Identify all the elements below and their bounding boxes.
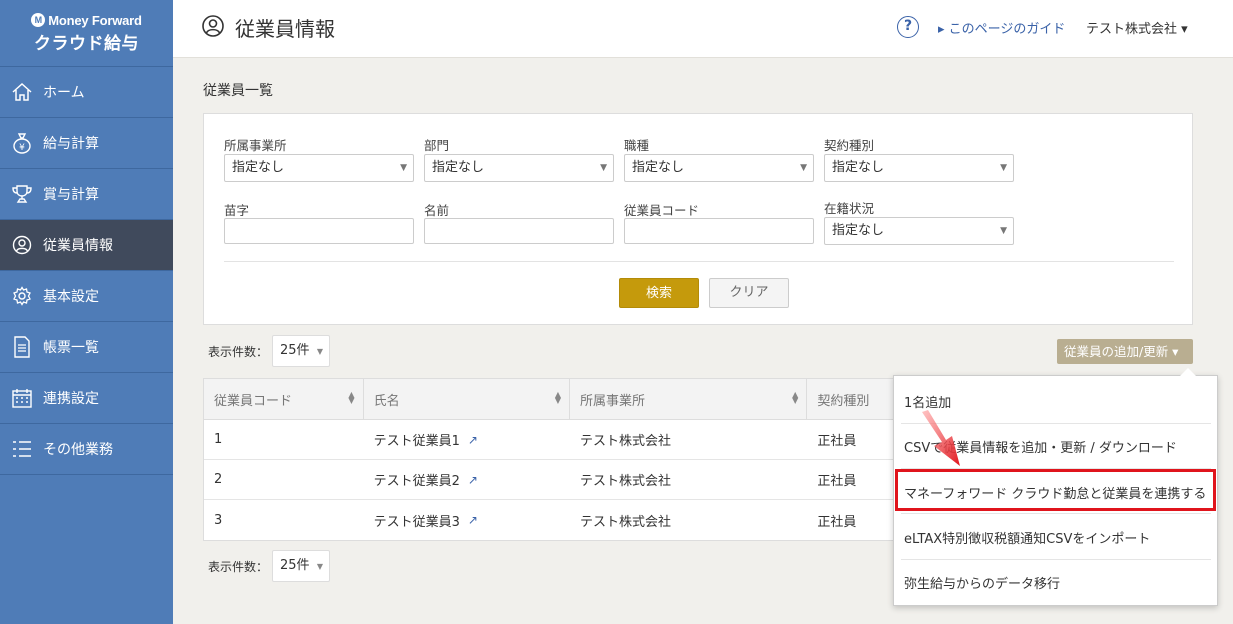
clear-button[interactable]: クリア [709, 278, 789, 308]
chevron-down-icon: ▼ [1000, 163, 1007, 173]
menu-item-add-one[interactable]: 1名追加 [904, 392, 951, 411]
money-forward-logo-icon: M [31, 13, 46, 27]
job-select[interactable]: 指定なし ▼ [624, 154, 814, 182]
gear-icon [10, 284, 34, 308]
chevron-down-icon: ▼ [316, 347, 324, 356]
divider [224, 261, 1174, 262]
status-label: 在籍状況 [824, 201, 875, 216]
divider [901, 513, 1211, 514]
per-page-label: 表示件数： [208, 559, 269, 574]
column-header-name[interactable]: 氏名 ▲ ▼ [364, 379, 570, 419]
dropdown-pointer [1180, 368, 1196, 376]
name-input[interactable] [424, 218, 614, 244]
per-page-control-bottom: 表示件数： 25件 ▼ [208, 550, 331, 582]
search-button[interactable]: 検索 [619, 278, 699, 308]
table-row[interactable]: 1 テスト従業員1 ↗ テスト株式会社 正社員 [204, 420, 922, 460]
surname-label: 苗字 [224, 203, 250, 218]
page-guide-link[interactable]: ▸ このページのガイド [938, 18, 1065, 37]
employee-name-link[interactable]: テスト従業員1 [374, 430, 460, 449]
sidebar-item-label: 賞与計算 [43, 187, 99, 203]
money-bag-icon: ¥ [10, 131, 34, 155]
chevron-down-icon: ▼ [600, 163, 607, 173]
sidebar-item-label: 従業員情報 [43, 238, 113, 254]
search-filter-panel: 所属事業所 指定なし ▼ 部門 指定なし ▼ 職種 指定なし ▼ 契約種別 指定なし ▼… [203, 113, 1193, 325]
sidebar-item-integration[interactable]: 連携設定 [0, 373, 173, 424]
employee-code-input[interactable] [624, 218, 814, 244]
table-header: 従業員コード ▲ ▼ 氏名 ▲ ▼ 所属事業所 ▲ ▼ 契約種別 [204, 379, 922, 420]
sidebar-item-label: 基本設定 [43, 289, 99, 305]
add-update-employee-button[interactable]: 従業員の追加/更新 ▾ [1057, 339, 1193, 364]
list-icon [10, 437, 34, 461]
sidebar-item-label: その他業務 [43, 442, 113, 458]
sidebar-item-label: ホーム [43, 85, 85, 101]
menu-item-eltax-import[interactable]: eLTAX特別徴収税額通知CSVをインポート [904, 528, 1150, 547]
sidebar-item-settings[interactable]: 基本設定 [0, 271, 173, 322]
sidebar-item-employees[interactable]: 従業員情報 [0, 220, 173, 271]
sidebar-item-bonus[interactable]: 賞与計算 [0, 169, 173, 220]
page-title: 従業員情報 [235, 17, 335, 41]
office-select[interactable]: 指定なし ▼ [224, 154, 414, 182]
company-selector[interactable]: テスト株式会社 ▾ [1086, 18, 1188, 37]
sort-icon: ▲ ▼ [348, 390, 355, 405]
home-icon [10, 80, 34, 104]
annotation-arrow-icon [922, 410, 960, 466]
column-header-code[interactable]: 従業員コード ▲ ▼ [204, 379, 364, 419]
chevron-down-icon: ▼ [400, 163, 407, 173]
sidebar-item-payroll[interactable]: ¥ 給与計算 [0, 118, 173, 169]
sidebar: M Money Forward クラウド給与 ホーム ¥ 給与計算 賞与計算 従… [0, 0, 173, 624]
document-icon [10, 335, 34, 359]
per-page-label: 表示件数： [208, 344, 269, 359]
sidebar-item-label: 帳票一覧 [43, 340, 99, 356]
sort-icon: ▲ ▼ [792, 390, 799, 405]
per-page-select[interactable]: 25件 ▼ [272, 550, 331, 582]
contract-label: 契約種別 [824, 138, 875, 153]
sidebar-item-home[interactable]: ホーム [0, 67, 173, 118]
logo-product-text: クラウド給与 [34, 33, 139, 54]
employee-name-link[interactable]: テスト従業員2 [374, 470, 460, 489]
sidebar-item-reports[interactable]: 帳票一覧 [0, 322, 173, 373]
chevron-down-icon: ▼ [316, 562, 324, 571]
user-icon [201, 14, 225, 42]
job-label: 職種 [624, 138, 650, 153]
surname-input[interactable] [224, 218, 414, 244]
office-label: 所属事業所 [224, 138, 287, 153]
annotation-highlight-box [895, 469, 1216, 511]
logo[interactable]: M Money Forward クラウド給与 [0, 0, 173, 67]
employee-table: 従業員コード ▲ ▼ 氏名 ▲ ▼ 所属事業所 ▲ ▼ 契約種別 1 テスト従業員1 ↗ テス… [203, 378, 923, 541]
external-link-icon[interactable]: ↗ [468, 473, 478, 487]
column-header-office[interactable]: 所属事業所 ▲ ▼ [570, 379, 808, 419]
per-page-control-top: 表示件数： 25件 ▼ [208, 335, 331, 367]
section-title: 従業員一覧 [203, 83, 273, 99]
calendar-icon [10, 386, 34, 410]
external-link-icon[interactable]: ↗ [468, 513, 478, 527]
user-icon [10, 233, 34, 257]
sidebar-item-label: 給与計算 [43, 136, 99, 152]
chevron-down-icon: ▼ [800, 163, 807, 173]
sidebar-item-other[interactable]: その他業務 [0, 424, 173, 475]
contract-select[interactable]: 指定なし ▼ [824, 154, 1014, 182]
status-select[interactable]: 指定なし ▼ [824, 217, 1014, 245]
name-label: 名前 [424, 203, 450, 218]
divider [901, 559, 1211, 560]
per-page-select[interactable]: 25件 ▼ [272, 335, 331, 367]
external-link-icon[interactable]: ↗ [468, 433, 478, 447]
sidebar-item-label: 連携設定 [43, 391, 99, 407]
menu-item-yayoi-migration[interactable]: 弥生給与からのデータ移行 [904, 573, 1060, 592]
help-icon[interactable]: ? [897, 16, 919, 38]
logo-brand-text: Money Forward [48, 12, 142, 28]
table-row[interactable]: 3 テスト従業員3 ↗ テスト株式会社 正社員 [204, 500, 922, 540]
dept-select[interactable]: 指定なし ▼ [424, 154, 614, 182]
dept-label: 部門 [424, 138, 450, 153]
top-header: 従業員情報 ? ▸ このページのガイド テスト株式会社 ▾ [173, 0, 1233, 58]
employee-name-link[interactable]: テスト従業員3 [374, 511, 460, 530]
chevron-down-icon: ▼ [1000, 226, 1007, 236]
sort-icon: ▲ ▼ [554, 390, 561, 405]
table-row[interactable]: 2 テスト従業員2 ↗ テスト株式会社 正社員 [204, 460, 922, 500]
trophy-icon [10, 182, 34, 206]
svg-text:¥: ¥ [19, 143, 25, 153]
code-label: 従業員コード [624, 203, 700, 218]
